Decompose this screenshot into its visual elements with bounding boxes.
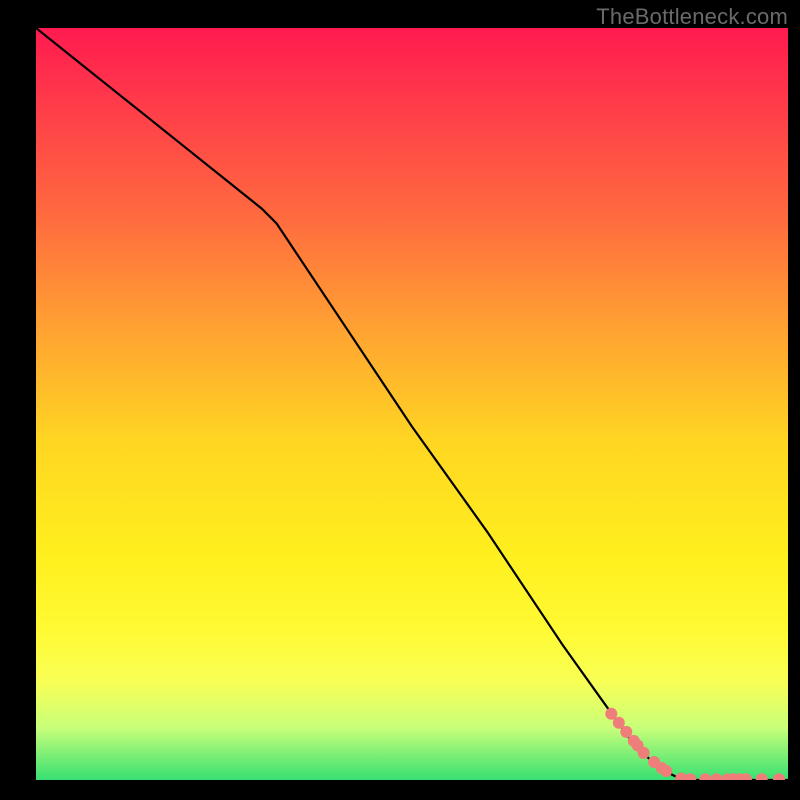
chart-frame: TheBottleneck.com [0,0,800,800]
data-point [756,773,768,780]
chart-overlay [36,28,788,780]
marker-group [605,708,785,780]
data-point [660,765,672,777]
bottleneck-curve [36,28,788,780]
data-point [638,747,650,759]
data-point [711,773,723,780]
watermark-text: TheBottleneck.com [596,4,788,30]
data-point [699,773,711,780]
data-point [684,773,696,780]
data-point [773,773,785,780]
